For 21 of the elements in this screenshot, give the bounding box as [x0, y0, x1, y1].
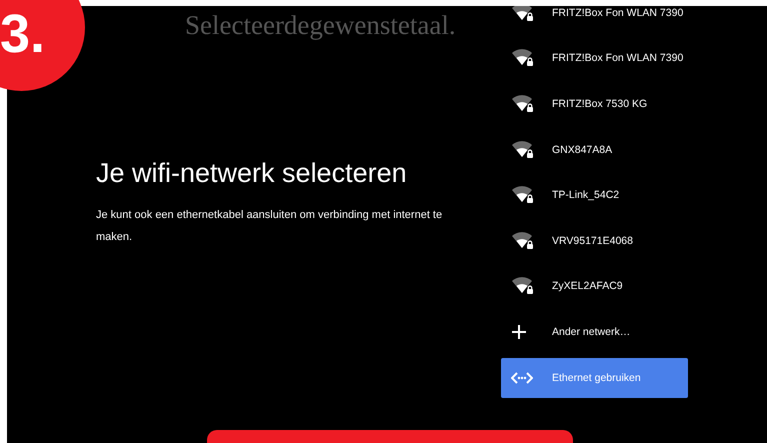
network-item[interactable]: GNX847A8A [501, 126, 688, 172]
network-item[interactable]: TP-Link_54C2 [501, 172, 688, 218]
wifi-lock-icon [511, 94, 535, 113]
network-item[interactable]: FRITZ!Box Fon WLAN 7390 [501, 6, 688, 36]
wifi-lock-icon [511, 232, 535, 250]
wifi-lock-icon [511, 140, 535, 159]
wifi-lock-icon [511, 49, 535, 68]
wifi-lock-icon [511, 6, 535, 22]
network-item[interactable]: ZyXEL2AFAC9 [501, 264, 688, 310]
network-item[interactable]: FRITZ!Box Fon WLAN 7390 [501, 36, 688, 82]
network-item[interactable]: FRITZ!Box 7530 KG [501, 81, 688, 127]
network-item[interactable]: Ethernet gebruiken [501, 358, 688, 398]
overlay-caption: Selecteerdegewenstetaal. [185, 10, 456, 41]
wifi-lock-icon [511, 186, 535, 204]
plus-icon [511, 324, 527, 340]
network-item[interactable]: Ander netwerk… [501, 309, 688, 355]
description-text: Je kunt ook een ethernetkabel aansluiten om verbinding met internet te maken. [96, 208, 444, 245]
network-item[interactable]: VRV95171E4068 [501, 218, 688, 264]
wifi-lock-icon [511, 277, 535, 296]
ethernet-icon [511, 370, 533, 385]
page-heading: Je wifi-netwerk selecteren [96, 157, 408, 190]
